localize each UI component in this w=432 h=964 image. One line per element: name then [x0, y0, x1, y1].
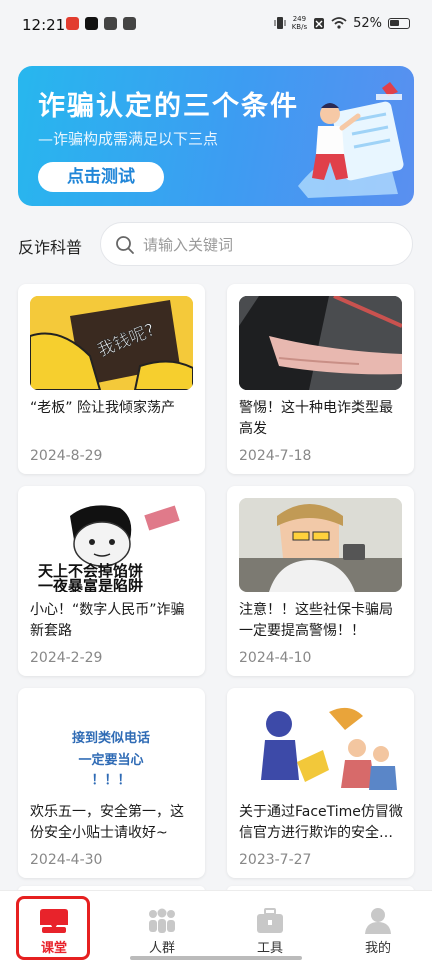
people-icon — [149, 908, 175, 933]
article-thumbnail: 接到类似电话 一定要当心 ！！！ — [30, 700, 193, 794]
thumbnail-caption-line3: ！！！ — [91, 773, 130, 788]
article-date: 2024-8-29 — [30, 448, 103, 464]
article-title: 欢乐五一，安全第一，这份安全小贴士请收好~ — [30, 804, 184, 841]
thumbnail-caption-line2: 一夜暴富是陷阱 — [38, 577, 143, 592]
article-card[interactable]: 天上不会掉馅饼 一夜暴富是陷阱 小心！“数字人民币”诈骗新套路 2024-2-2… — [18, 486, 205, 676]
banner-title: 诈骗认定的三个条件 — [38, 91, 299, 122]
sim-off-icon — [314, 17, 325, 29]
toolbox-icon — [257, 908, 283, 933]
article-thumbnail: 天上不会掉馅饼 一夜暴富是陷阱 — [30, 498, 193, 592]
article-thumbnail — [239, 296, 402, 390]
article-thumbnail — [239, 498, 402, 592]
profile-icon — [365, 908, 391, 934]
crown-icon — [123, 17, 136, 30]
banner-subtitle: —诈骗构成需满足以下三点 — [38, 130, 219, 148]
article-title: 警惕！这十种电诈类型最高发 — [239, 400, 393, 437]
article-card[interactable]: 接到类似电话 一定要当心 ！！！ 欢乐五一，安全第一，这份安全小贴士请收好~ 2… — [18, 688, 205, 878]
article-card[interactable]: 我钱呢? “老板” 险让我倾家荡产 2024-8-29 — [18, 284, 205, 474]
status-time: 12:21 — [22, 16, 66, 34]
article-thumbnail: 我钱呢? — [30, 296, 193, 390]
article-title: 注意！！这些社保卡骗局一定要提高警惕！！ — [239, 602, 393, 639]
home-indicator[interactable] — [130, 956, 302, 960]
article-date: 2024-7-18 — [239, 448, 312, 464]
wifi-icon — [331, 17, 347, 29]
search-icon — [116, 236, 134, 254]
article-card[interactable]: 关于通过FaceTime仿冒微信官方进行欺诈的安全提示 2023-7-27 — [227, 688, 414, 878]
tab-profile[interactable]: 我的 — [324, 891, 432, 964]
start-test-button[interactable]: 点击测试 — [38, 162, 164, 192]
thumbnail-caption-line1: 接到类似电话 — [72, 730, 150, 746]
vibrate-icon — [274, 17, 286, 29]
net-speed: 249 KB/s — [292, 15, 307, 31]
article-title: 关于通过FaceTime仿冒微信官方进行欺诈的安全提示 — [239, 804, 403, 841]
article-title: 小心！“数字人民币”诈骗新套路 — [30, 602, 185, 639]
thumbnail-caption-line2: 一定要当心 — [78, 752, 143, 768]
app-notification-icon — [66, 17, 79, 30]
tiktok-icon — [85, 17, 98, 30]
search-box[interactable] — [100, 222, 413, 266]
status-indicators: 249 KB/s 52% — [274, 15, 410, 31]
tab-label: 人群 — [148, 941, 175, 956]
article-date: 2023-7-27 — [239, 852, 312, 868]
search-row: 反诈科普 — [18, 222, 414, 268]
net-speed-value: 249 — [292, 15, 307, 23]
battery-percent: 52% — [353, 15, 382, 31]
status-app-icons — [66, 17, 136, 30]
status-bar: 12:21 249 KB/s 52% — [0, 0, 432, 52]
article-thumbnail — [239, 700, 402, 794]
article-date: 2024-4-10 — [239, 650, 312, 666]
promo-banner[interactable]: 诈骗认定的三个条件 —诈骗构成需满足以下三点 点击测试 — [18, 66, 414, 206]
article-card[interactable]: 注意！！这些社保卡骗局一定要提高警惕！！ 2024-4-10 — [227, 486, 414, 676]
section-title-anti-fraud: 反诈科普 — [18, 238, 83, 257]
wallet-icon — [104, 17, 117, 30]
article-title: “老板” 险让我倾家荡产 — [30, 400, 175, 416]
tab-people[interactable]: 人群 — [108, 891, 216, 964]
article-date: 2024-4-30 — [30, 852, 103, 868]
active-tab-highlight — [16, 896, 90, 960]
search-input[interactable] — [143, 233, 393, 257]
article-card[interactable]: 警惕！这十种电诈类型最高发 2024-7-18 — [227, 284, 414, 474]
net-speed-unit: KB/s — [291, 23, 308, 31]
banner-illustration — [298, 82, 404, 198]
article-date: 2024-2-29 — [30, 650, 103, 666]
tab-label: 工具 — [256, 941, 283, 956]
battery-icon — [388, 17, 410, 29]
tab-label: 我的 — [364, 941, 391, 956]
tab-tools[interactable]: 工具 — [216, 891, 324, 964]
